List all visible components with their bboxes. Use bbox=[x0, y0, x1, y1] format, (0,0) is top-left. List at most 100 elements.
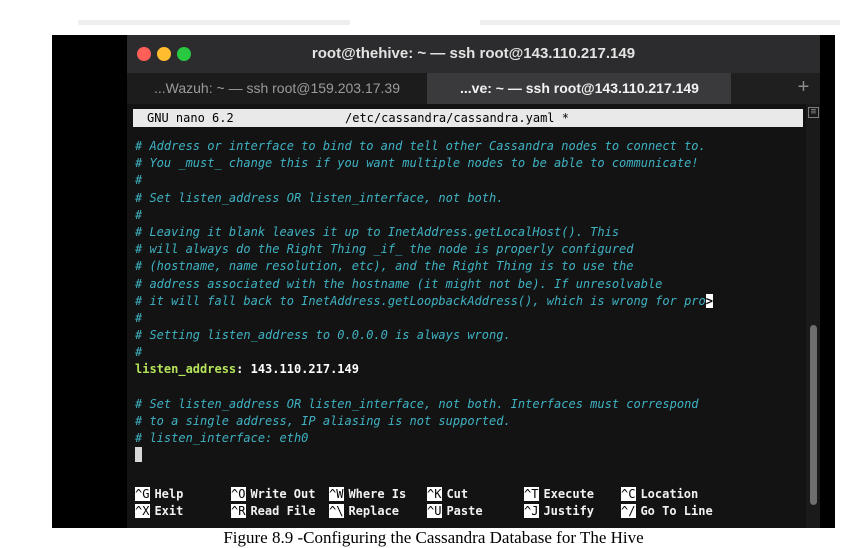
comment-text: # (hostname, name resolution, etc), and … bbox=[135, 259, 634, 274]
comment-line: # bbox=[135, 172, 805, 189]
window-titlebar[interactable]: root@thehive: ~ — ssh root@143.110.217.1… bbox=[127, 35, 820, 73]
terminal-window: root@thehive: ~ — ssh root@143.110.217.1… bbox=[127, 35, 820, 528]
comment-line: # address associated with the hostname (… bbox=[135, 276, 805, 293]
comment-text: # it will fall back to InetAddress.getLo… bbox=[135, 293, 706, 308]
comment-line: # to a single address, IP aliasing is no… bbox=[135, 413, 805, 430]
shortcut-key: ^W bbox=[329, 487, 345, 501]
shortcut-label: Paste bbox=[446, 504, 483, 518]
shortcut-replace[interactable]: ^\ Replace bbox=[329, 503, 399, 520]
text-cursor bbox=[135, 447, 142, 463]
minimize-window-button[interactable] bbox=[157, 47, 171, 61]
shortcut-key: ^C bbox=[621, 487, 637, 501]
comment-text: # bbox=[135, 345, 143, 360]
setting-separator: : bbox=[236, 362, 251, 377]
scrollbar-thumb[interactable] bbox=[810, 325, 817, 505]
shortcut-label: Where Is bbox=[348, 487, 407, 501]
setting-value: 143.110.217.149 bbox=[250, 362, 359, 377]
comment-text: # Set listen_address OR listen_interface… bbox=[135, 190, 504, 205]
line-overflow-indicator: > bbox=[705, 293, 713, 308]
zoom-window-button[interactable] bbox=[177, 47, 191, 61]
comment-line: # Setting listen_address to 0.0.0.0 is a… bbox=[135, 327, 805, 344]
scrollbar-menu-icon[interactable]: ≡ bbox=[808, 107, 819, 118]
screenshot-frame: root@thehive: ~ — ssh root@143.110.217.1… bbox=[52, 35, 835, 528]
shortcut-help[interactable]: ^G Help bbox=[135, 486, 183, 503]
cursor-line bbox=[135, 447, 805, 464]
shortcut-execute[interactable]: ^T Execute bbox=[524, 486, 594, 503]
new-tab-button[interactable]: + bbox=[787, 73, 820, 104]
shortcut-label: Help bbox=[154, 487, 184, 501]
comment-text: # You _must_ change this if you want mul… bbox=[135, 156, 699, 171]
shortcut-go-to-line[interactable]: ^/Go To Line bbox=[621, 503, 713, 520]
shortcut-location[interactable]: ^C Location bbox=[621, 486, 698, 503]
comment-text: # Set listen_address OR listen_interface… bbox=[135, 396, 699, 411]
comment-text: # to a single address, IP aliasing is no… bbox=[135, 414, 511, 428]
shortcut-key: ^X bbox=[135, 504, 151, 518]
comment-text: # will always do the Right Thing _if_ th… bbox=[135, 242, 634, 257]
shortcut-paste[interactable]: ^U Paste bbox=[427, 503, 483, 520]
shortcut-cut[interactable]: ^K Cut bbox=[427, 486, 468, 503]
shortcut-label: Read File bbox=[250, 504, 316, 518]
comment-line: # bbox=[135, 310, 805, 327]
comment-text: # Address or interface to bind to and te… bbox=[135, 139, 706, 153]
shortcut-label: Location bbox=[640, 487, 699, 501]
editor-buffer[interactable]: # Address or interface to bind to and te… bbox=[135, 138, 805, 465]
comment-text: # bbox=[135, 173, 143, 188]
nano-version: GNU nano 6.2 bbox=[147, 111, 234, 125]
comment-text: # bbox=[135, 207, 143, 222]
comment-text: # bbox=[135, 310, 143, 325]
nano-title-bar: GNU nano 6.2 /etc/cassandra/cassandra.ya… bbox=[133, 109, 803, 127]
shortcut-key: ^/ bbox=[621, 504, 637, 518]
shortcut-justify[interactable]: ^J Justify bbox=[524, 503, 594, 520]
setting-line: listen_address: 143.110.217.149 bbox=[135, 361, 805, 378]
shortcut-label: Replace bbox=[348, 504, 400, 518]
comment-line: # (hostname, name resolution, etc), and … bbox=[135, 258, 805, 275]
shortcut-read-file[interactable]: ^R Read File bbox=[231, 503, 315, 520]
shortcut-where-is[interactable]: ^W Where Is bbox=[329, 486, 406, 503]
shortcut-row-2: ^X Exit ^R Read File ^\ Replace ^U Paste ^J Justi… bbox=[135, 503, 805, 520]
shortcut-label: Justify bbox=[543, 504, 595, 518]
comment-line: # Set listen_address OR listen_interface… bbox=[135, 396, 805, 413]
page-top-rule-left bbox=[78, 20, 350, 25]
comment-line: # You _must_ change this if you want mul… bbox=[135, 155, 805, 172]
file-path-title: /etc/cassandra/cassandra.yaml * bbox=[345, 111, 569, 125]
figure-caption: Figure 8.9 -Configuring the Cassandra Da… bbox=[223, 528, 644, 547]
shortcut-key: ^T bbox=[524, 487, 540, 501]
page-top-rule-right bbox=[480, 20, 840, 25]
window-title: root@thehive: ~ — ssh root@143.110.217.1… bbox=[311, 45, 636, 62]
comment-text: # Leaving it blank leaves it up to InetA… bbox=[135, 224, 620, 239]
setting-key: listen_address bbox=[135, 362, 237, 377]
comment-text: # address associated with the hostname (… bbox=[135, 276, 663, 291]
comment-line: # Leaving it blank leaves it up to InetA… bbox=[135, 224, 805, 241]
comment-text: # listen_interface: eth0 bbox=[135, 431, 309, 446]
comment-line: # bbox=[135, 344, 805, 361]
tab-bar: ...Wazuh: ~ — ssh root@159.203.17.39 ...… bbox=[127, 73, 820, 104]
tab-thehive-session[interactable]: ...ve: ~ — ssh root@143.110.217.149 bbox=[428, 73, 731, 104]
comment-text: # Setting listen_address to 0.0.0.0 is a… bbox=[135, 328, 511, 343]
tab-wazuh-session[interactable]: ...Wazuh: ~ — ssh root@159.203.17.39 bbox=[127, 73, 428, 104]
shortcut-key: ^\ bbox=[329, 504, 345, 518]
close-window-button[interactable] bbox=[137, 47, 151, 61]
shortcut-exit[interactable]: ^X Exit bbox=[135, 503, 183, 520]
shortcut-key: ^U bbox=[427, 504, 443, 518]
traffic-lights bbox=[137, 47, 197, 61]
shortcut-write-out[interactable]: ^O Write Out bbox=[231, 486, 315, 503]
comment-line: # will always do the Right Thing _if_ th… bbox=[135, 241, 805, 258]
shortcut-label: Cut bbox=[446, 487, 469, 501]
shortcut-key: ^O bbox=[231, 487, 247, 501]
comment-line: # bbox=[135, 207, 805, 224]
shortcut-row-1: ^G Help ^O Write Out ^W Where Is ^K Cut ^T Execut… bbox=[135, 486, 805, 503]
shortcut-key: ^J bbox=[524, 504, 540, 518]
shortcut-label: Write Out bbox=[250, 487, 316, 501]
comment-line: # listen_interface: eth0 bbox=[135, 430, 805, 447]
shortcut-key: ^G bbox=[135, 487, 151, 501]
shortcut-label: Exit bbox=[154, 504, 184, 518]
shortcut-key: ^K bbox=[427, 487, 443, 501]
comment-line: # Address or interface to bind to and te… bbox=[135, 138, 805, 155]
shortcut-key: ^R bbox=[231, 504, 247, 518]
shortcut-label: Go To Line bbox=[640, 504, 713, 518]
comment-line: # Set listen_address OR listen_interface… bbox=[135, 190, 805, 207]
shortcut-label: Execute bbox=[543, 487, 595, 501]
nano-shortcut-bar: ^G Help ^O Write Out ^W Where Is ^K Cut ^T Execut… bbox=[135, 486, 805, 520]
comment-line: # it will fall back to InetAddress.getLo… bbox=[135, 293, 805, 310]
